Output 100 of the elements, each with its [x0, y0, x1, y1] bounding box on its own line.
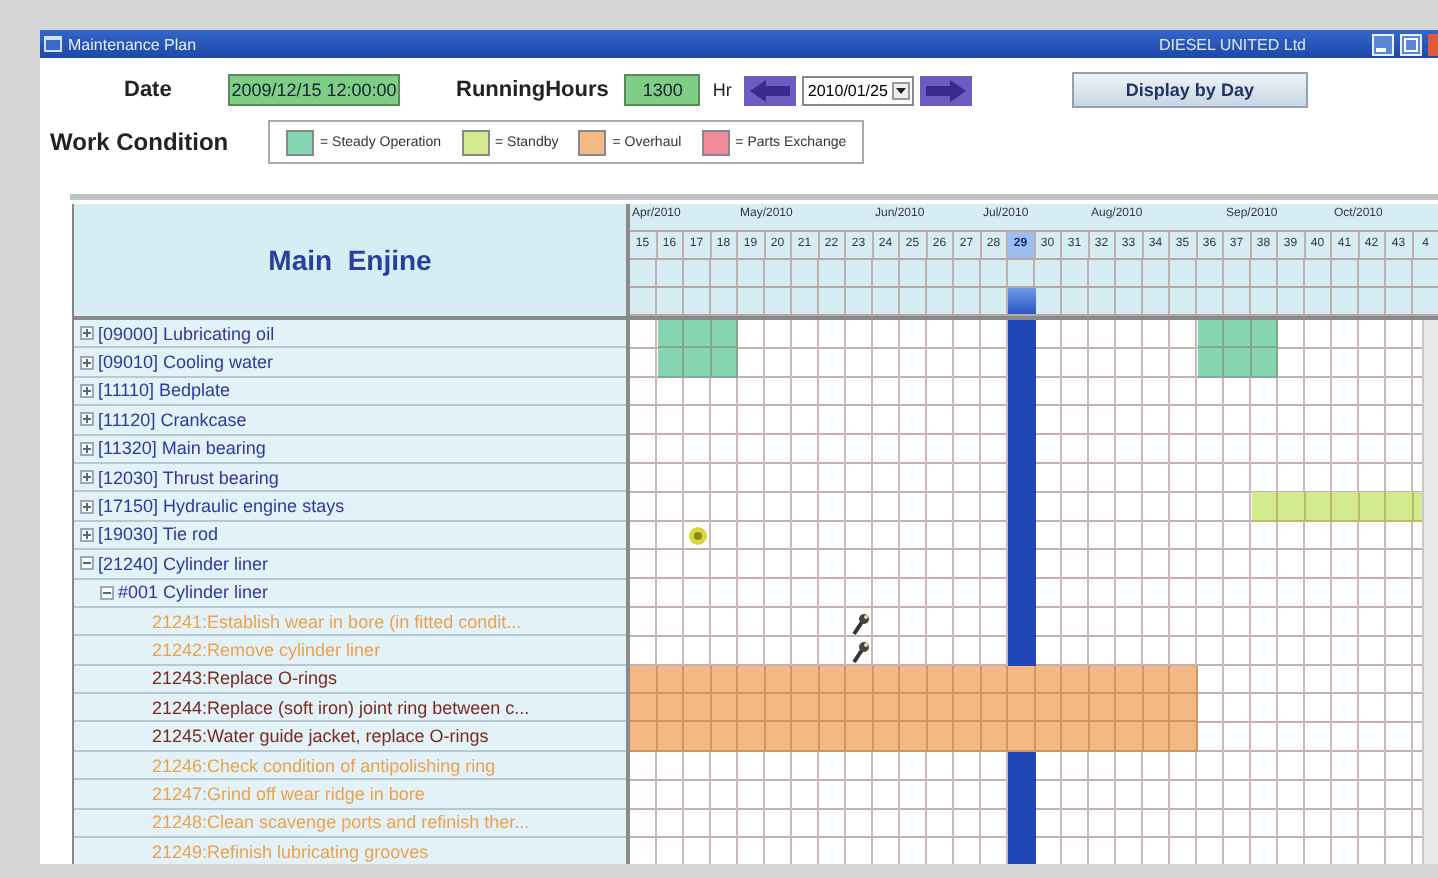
tree-item[interactable]: [11120] Crankcase	[98, 409, 247, 430]
previous-arrow-icon[interactable]	[743, 75, 796, 105]
schedule-cell[interactable]	[1143, 665, 1170, 695]
schedule-cell[interactable]	[684, 348, 711, 378]
expand-icon[interactable]	[80, 326, 94, 341]
schedule-cell[interactable]	[1332, 492, 1359, 522]
schedule-cell[interactable]	[1062, 694, 1089, 723]
expand-icon[interactable]	[80, 470, 94, 485]
schedule-cell[interactable]	[1062, 665, 1089, 695]
schedule-cell[interactable]	[1116, 665, 1143, 695]
schedule-cell[interactable]	[684, 320, 711, 349]
schedule-cell[interactable]	[1278, 492, 1305, 522]
schedule-cell[interactable]	[657, 348, 684, 378]
schedule-cell[interactable]	[1197, 348, 1224, 378]
schedule-cell[interactable]	[630, 665, 657, 695]
schedule-cell[interactable]	[711, 694, 738, 723]
schedule-cell[interactable]	[1305, 492, 1332, 522]
schedule-cell[interactable]	[711, 348, 738, 378]
schedule-cell[interactable]	[1386, 492, 1413, 522]
schedule-cell[interactable]	[1251, 492, 1278, 522]
schedule-cell[interactable]	[792, 665, 819, 695]
schedule-cell[interactable]	[792, 722, 819, 752]
schedule-cell[interactable]	[1197, 320, 1224, 349]
schedule-cell[interactable]	[846, 722, 873, 752]
schedule-cell[interactable]	[819, 694, 846, 723]
schedule-cell[interactable]	[900, 722, 927, 752]
schedule-cell[interactable]	[711, 320, 738, 349]
expand-icon[interactable]	[80, 499, 94, 514]
expand-icon[interactable]	[80, 412, 94, 427]
schedule-cell[interactable]	[1170, 694, 1197, 723]
schedule-cell[interactable]	[1008, 694, 1035, 723]
schedule-cell[interactable]	[1170, 665, 1197, 695]
schedule-cell[interactable]	[1008, 665, 1035, 695]
schedule-cell[interactable]	[711, 722, 738, 752]
schedule-cell[interactable]	[765, 665, 792, 695]
schedule-cell[interactable]	[1170, 722, 1197, 752]
schedule-cell[interactable]	[873, 694, 900, 723]
tree-item[interactable]: #001 Cylinder liner	[118, 582, 269, 603]
schedule-cell[interactable]	[981, 722, 1008, 752]
schedule-cell[interactable]	[1035, 694, 1062, 723]
schedule-cell[interactable]	[900, 694, 927, 723]
running-hours-field[interactable]: 1300	[624, 74, 701, 106]
schedule-cell[interactable]	[1035, 722, 1062, 752]
schedule-cell[interactable]	[630, 722, 657, 752]
schedule-cell[interactable]	[684, 722, 711, 752]
schedule-cell[interactable]	[981, 694, 1008, 723]
schedule-cell[interactable]	[1224, 320, 1251, 349]
wrench-icon[interactable]	[850, 611, 870, 636]
dot-icon[interactable]	[688, 525, 708, 546]
schedule-cell[interactable]	[819, 722, 846, 752]
tree-item[interactable]: [19030] Tie rod	[98, 524, 219, 545]
schedule-cell[interactable]	[981, 665, 1008, 695]
next-arrow-icon[interactable]	[919, 75, 972, 105]
schedule-cell[interactable]	[927, 694, 954, 723]
schedule-cell[interactable]	[1062, 722, 1089, 752]
expand-icon[interactable]	[80, 441, 94, 456]
schedule-cell[interactable]	[1359, 492, 1386, 522]
schedule-cell[interactable]	[927, 665, 954, 695]
schedule-cell[interactable]	[846, 694, 873, 723]
schedule-cell[interactable]	[954, 665, 981, 695]
schedule-cell[interactable]	[900, 665, 927, 695]
schedule-cell[interactable]	[765, 722, 792, 752]
schedule-cell[interactable]	[657, 665, 684, 695]
tree-item[interactable]: [11110] Bedplate	[98, 380, 231, 401]
schedule-cell[interactable]	[792, 694, 819, 723]
schedule-cell[interactable]	[684, 694, 711, 723]
schedule-cell[interactable]	[738, 694, 765, 723]
collapse-icon[interactable]	[80, 556, 94, 571]
schedule-cell[interactable]	[1143, 722, 1170, 752]
expand-icon[interactable]	[80, 355, 94, 370]
schedule-cell[interactable]	[1008, 722, 1035, 752]
wrench-icon[interactable]	[850, 640, 870, 665]
schedule-cell[interactable]	[927, 722, 954, 752]
schedule-cell[interactable]	[657, 320, 684, 349]
schedule-cell[interactable]	[1089, 722, 1116, 752]
schedule-cell[interactable]	[657, 722, 684, 752]
schedule-cell[interactable]	[1116, 722, 1143, 752]
schedule-cell[interactable]	[738, 665, 765, 695]
schedule-cell[interactable]	[1089, 665, 1116, 695]
date-dropdown[interactable]: 2010/01/25	[801, 75, 914, 105]
schedule-cell[interactable]	[873, 722, 900, 752]
schedule-cell[interactable]	[765, 694, 792, 723]
schedule-cell[interactable]	[711, 665, 738, 695]
schedule-cell[interactable]	[684, 665, 711, 695]
schedule-cell[interactable]	[954, 694, 981, 723]
schedule-cell[interactable]	[630, 694, 657, 723]
schedule-cell[interactable]	[873, 665, 900, 695]
minimize-icon[interactable]	[1372, 33, 1394, 55]
schedule-cell[interactable]	[738, 722, 765, 752]
expand-icon[interactable]	[80, 527, 94, 542]
schedule-cell[interactable]	[1143, 694, 1170, 723]
schedule-cell[interactable]	[657, 694, 684, 723]
schedule-cell[interactable]	[819, 665, 846, 695]
schedule-cell[interactable]	[1224, 348, 1251, 378]
schedule-cell[interactable]	[954, 722, 981, 752]
schedule-cell[interactable]	[1251, 348, 1278, 378]
schedule-cell[interactable]	[1035, 665, 1062, 695]
schedule-cell[interactable]	[1251, 320, 1278, 349]
maximize-icon[interactable]	[1400, 33, 1422, 55]
schedule-cell[interactable]	[846, 665, 873, 695]
